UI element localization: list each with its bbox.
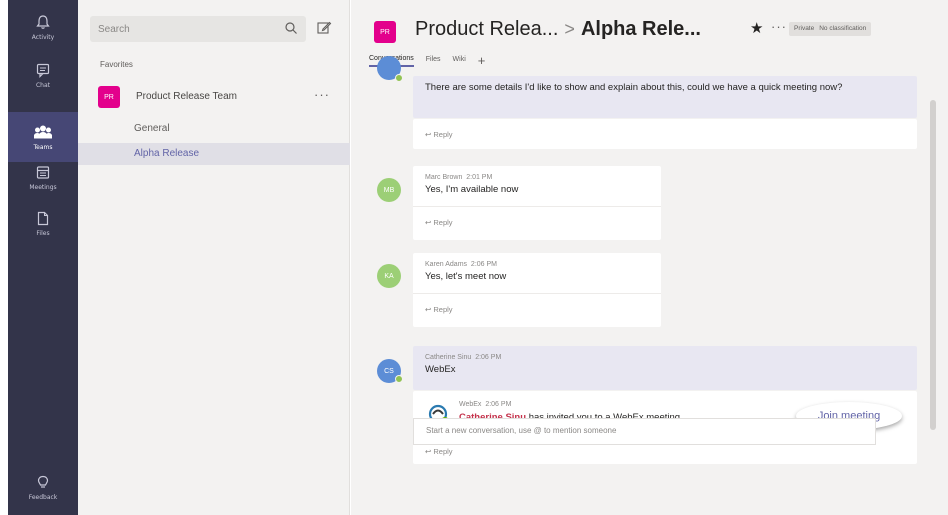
rail-item-meetings[interactable]: Meetings (8, 152, 78, 202)
bell-icon (34, 13, 52, 31)
app-rail: Activity Chat Teams Meetings Files Feedb… (8, 0, 78, 515)
search-icon[interactable] (284, 21, 298, 35)
message-body: There are some details I'd like to show … (425, 82, 843, 93)
reply-button[interactable]: ↩ Reply (425, 305, 453, 314)
divider (413, 293, 661, 294)
message-time: 2:01 PM (466, 174, 493, 181)
team-more-button[interactable]: ··· (314, 87, 330, 102)
reply-button[interactable]: ↩ Reply (425, 218, 453, 227)
compose-input[interactable] (426, 426, 866, 435)
message-card: Marc Brown 2:01 PM Yes, I'm available no… (413, 166, 661, 240)
lightbulb-icon (34, 473, 52, 491)
chat-icon (34, 61, 52, 79)
avatar: MB (377, 178, 401, 202)
tab-files[interactable]: Files (426, 56, 441, 66)
channel-general[interactable]: General (78, 118, 350, 140)
message-card: Karen Adams 2:06 PM Yes, let's meet now … (413, 253, 661, 327)
message-card: There are some details I'd like to show … (413, 76, 917, 118)
rail-item-feedback[interactable]: Feedback (8, 462, 78, 512)
reply-area: ↩ Reply (413, 119, 917, 149)
message-header: Karen Adams 2:06 PM (425, 261, 649, 268)
breadcrumb-team[interactable]: Product Relea... (415, 18, 558, 40)
header-team-avatar: PR (374, 21, 396, 43)
rail-label: Activity (31, 34, 55, 41)
channel-header: PR Product Relea... > Alpha Rele... ★ ··· … (351, 0, 930, 68)
message-body: Yes, let's meet now (425, 271, 507, 282)
calendar-icon (34, 163, 52, 181)
message-time: 2:06 PM (475, 354, 502, 361)
message-sender: Marc Brown (425, 174, 463, 181)
message-card: Catherine Sinu 2:06 PM WebEx (413, 346, 917, 390)
classification-badges: Private No classification (789, 22, 872, 36)
favorite-star-icon[interactable]: ★ (750, 19, 763, 37)
thread-scrollbar[interactable] (930, 100, 936, 430)
team-name: Product Release Team (136, 91, 237, 102)
reply-label: Reply (433, 447, 453, 456)
rail-item-files[interactable]: Files (8, 198, 78, 248)
message-sender: Karen Adams (425, 261, 468, 268)
webex-header: WebEx 2:06 PM (459, 401, 683, 408)
header-more-button[interactable]: ··· (771, 19, 787, 34)
compose-icon[interactable] (315, 19, 333, 37)
rail-label: Files (36, 230, 50, 237)
presence-indicator (395, 375, 403, 383)
channel-alpha-release[interactable]: Alpha Release (78, 143, 350, 165)
search-input[interactable] (98, 21, 268, 37)
favorites-label: Favorites (100, 60, 133, 69)
main-pane: PR Product Relea... > Alpha Rele... ★ ··· … (351, 0, 930, 515)
message-body: WebEx (425, 364, 456, 375)
divider (413, 206, 661, 207)
tab-wiki[interactable]: Wiki (453, 56, 466, 66)
rail-label: Feedback (28, 494, 58, 501)
rail-label: Meetings (29, 184, 57, 191)
reply-label: Reply (433, 218, 453, 227)
presence-indicator (395, 74, 403, 82)
breadcrumb-separator: > (564, 19, 575, 39)
reply-button[interactable]: ↩ Reply (425, 447, 453, 456)
reply-label: Reply (433, 130, 453, 139)
rail-label: Teams (33, 144, 53, 151)
rail-item-activity[interactable]: Activity (8, 2, 78, 52)
file-icon (34, 209, 52, 227)
message-body: Yes, I'm available now (425, 184, 519, 195)
reply-label: Reply (433, 305, 453, 314)
team-avatar: PR (98, 86, 120, 108)
breadcrumb-channel: Alpha Rele... (580, 18, 701, 40)
teams-panel: Favorites PR Product Release Team ··· Ge… (78, 0, 350, 515)
webex-time: 2:06 PM (485, 401, 512, 408)
classification-badge: No classification (819, 25, 867, 32)
webex-app-name: WebEx (459, 401, 482, 408)
message-sender: Catherine Sinu (425, 354, 472, 361)
rail-label: Chat (35, 82, 51, 89)
compose-box (413, 418, 876, 445)
message-header: Catherine Sinu 2:06 PM (425, 354, 905, 361)
message-time: 2:06 PM (470, 261, 497, 268)
private-badge: Private (794, 25, 815, 32)
search-box (90, 16, 306, 42)
add-tab-button[interactable]: + (478, 54, 486, 67)
reply-button[interactable]: ↩ Reply (425, 130, 453, 139)
rail-item-chat[interactable]: Chat (8, 50, 78, 100)
teams-icon (34, 123, 52, 141)
message-thread: There are some details I'd like to show … (351, 56, 930, 515)
avatar: KA (377, 264, 401, 288)
page-title: Product Relea... > Alpha Rele... (415, 18, 701, 41)
team-row-product-release[interactable]: PR Product Release Team ··· (90, 82, 340, 112)
message-header: Marc Brown 2:01 PM (425, 174, 649, 181)
